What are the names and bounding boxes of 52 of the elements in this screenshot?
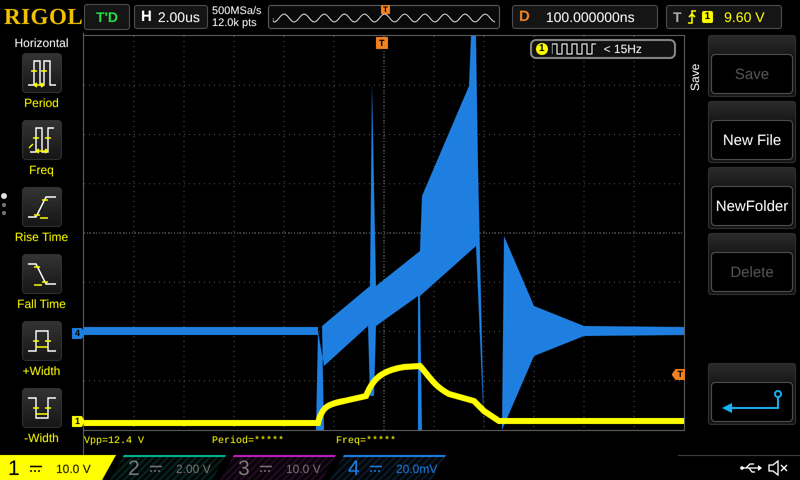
channel-tab[interactable]: 1 10.0 V bbox=[0, 455, 116, 480]
dc-coupling-icon bbox=[370, 464, 382, 472]
channel-tab[interactable]: 2 2.00 V bbox=[110, 455, 226, 480]
square-wave-icon bbox=[552, 43, 596, 55]
speaker-muted-icon[interactable] bbox=[768, 460, 788, 476]
usb-icon bbox=[740, 462, 762, 474]
brand-logo: RIGOL bbox=[4, 4, 80, 30]
menu-button[interactable]: NewFolder bbox=[708, 167, 796, 229]
run-status: T'D bbox=[84, 4, 130, 30]
page-dot[interactable] bbox=[2, 203, 6, 207]
trigger-level-marker[interactable]: T bbox=[672, 369, 685, 380]
dc-coupling-icon bbox=[260, 464, 272, 472]
frequency-counter: 1 < 15Hz bbox=[530, 39, 676, 59]
measure-button[interactable] bbox=[22, 53, 62, 93]
measure-label: Fall Time bbox=[17, 297, 66, 311]
waveform-overview-icon bbox=[273, 12, 495, 22]
return-arrow-icon bbox=[720, 390, 784, 414]
measure-label: Freq bbox=[29, 163, 54, 177]
rising-edge-icon bbox=[686, 10, 697, 24]
measure-label: +Width bbox=[22, 364, 60, 378]
measure-button[interactable] bbox=[22, 321, 62, 361]
measure-label: -Width bbox=[24, 431, 59, 445]
dc-coupling-icon bbox=[150, 464, 162, 472]
trigger-marker[interactable]: T bbox=[376, 37, 388, 49]
page-dot[interactable] bbox=[2, 211, 6, 215]
channel-marker[interactable]: 4 bbox=[72, 328, 86, 339]
measurement-reading: Vpp=12.4 V bbox=[84, 436, 146, 446]
measure-label: Period bbox=[24, 96, 59, 110]
measure-button[interactable] bbox=[22, 120, 62, 160]
page-dot[interactable] bbox=[1, 193, 7, 199]
menu-button[interactable]: New File bbox=[708, 101, 796, 163]
menu-title: Save bbox=[688, 62, 702, 91]
channel-tab[interactable]: 3 10.0 V bbox=[220, 455, 336, 480]
sample-rate: 500MSa/s bbox=[212, 4, 263, 16]
measurement-reading: Period=***** bbox=[212, 436, 286, 446]
channel-badge: 1 bbox=[536, 43, 548, 55]
channel-tab[interactable]: 4 20.0mV bbox=[330, 455, 446, 480]
menu-title: Horizontal bbox=[14, 36, 69, 50]
delay-field[interactable]: D 100.000000ns bbox=[512, 4, 658, 28]
trigger-field[interactable]: T 1 9.60 V bbox=[666, 4, 782, 28]
timebase-field[interactable]: H 2.00us bbox=[134, 4, 208, 28]
measurement-reading: Freq=***** bbox=[336, 436, 396, 446]
back-button[interactable] bbox=[708, 363, 796, 425]
channel-marker[interactable]: 1 bbox=[72, 416, 86, 427]
measure-button[interactable] bbox=[22, 254, 62, 294]
channel-badge: 1 bbox=[702, 10, 714, 22]
trigger-marker: T bbox=[381, 4, 390, 14]
measure-button[interactable] bbox=[22, 187, 62, 227]
dc-coupling-icon bbox=[30, 464, 42, 472]
memory-depth: 12.0k pts bbox=[212, 16, 258, 28]
measure-button[interactable] bbox=[22, 388, 62, 428]
measure-label: Rise Time bbox=[14, 230, 68, 244]
